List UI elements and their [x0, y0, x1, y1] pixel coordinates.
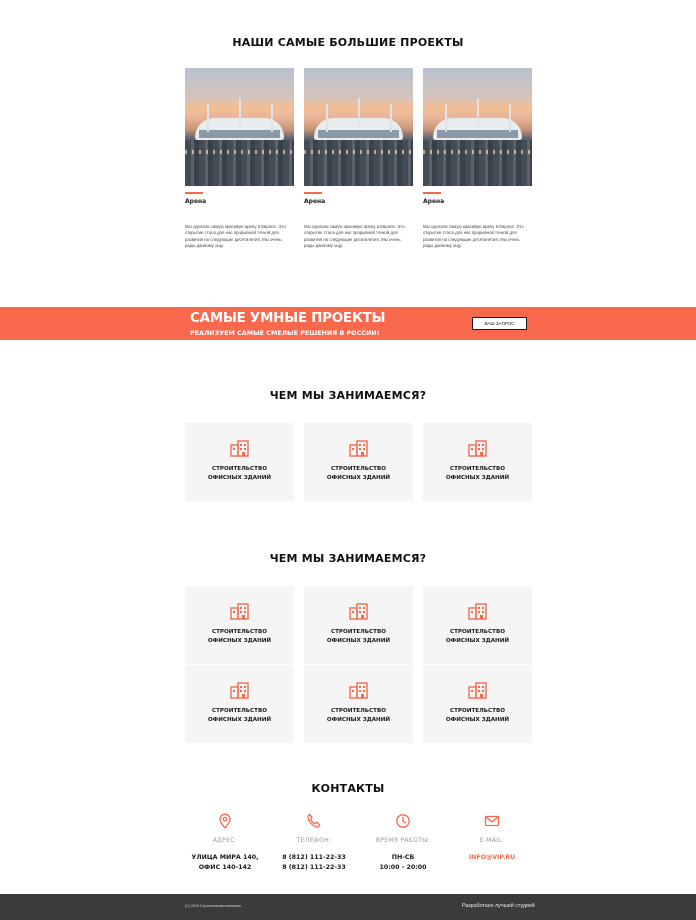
service-card[interactable]: СТРОИТЕЛЬСТВО ОФИСНЫХ ЗДАНИЙ: [423, 665, 532, 743]
services-title: ЧЕМ МЫ ЗАНИМАЕМСЯ?: [269, 389, 427, 402]
project-description: Мы сделали самую красивую арену в Европе…: [185, 224, 286, 249]
email-link[interactable]: INFO@VIP.RU: [442, 853, 542, 863]
service-card[interactable]: СТРОИТЕЛЬСТВО ОФИСНЫХ ЗДАНИЙ: [304, 423, 413, 501]
footer-copyright: (С) 2019 Строительная компания: [185, 904, 241, 908]
banner-subtitle: РЕАЛИЗУЕМ САМЫЕ СМЕЛЫЕ РЕШЕНИЯ В РОССИИ!: [190, 329, 380, 337]
project-name: Арена: [185, 198, 207, 205]
project-photo: [423, 68, 532, 186]
project-photo: [185, 68, 294, 186]
office-building-icon: [349, 603, 368, 620]
service-card[interactable]: СТРОИТЕЛЬСТВО ОФИСНЫХ ЗДАНИЙ: [304, 586, 413, 664]
service-card[interactable]: СТРОИТЕЛЬСТВО ОФИСНЫХ ЗДАНИЙ: [185, 665, 294, 743]
office-building-icon: [230, 440, 249, 457]
contact-email: E-MAIL: INFO@VIP.RU: [442, 813, 542, 863]
map-pin-icon: [219, 813, 231, 829]
projects-title: НАШИ САМЫЕ БОЛЬШИЕ ПРОЕКТЫ: [232, 36, 464, 49]
service-label: СТРОИТЕЛЬСТВО ОФИСНЫХ ЗДАНИЙ: [445, 629, 510, 644]
service-label: СТРОИТЕЛЬСТВО ОФИСНЫХ ЗДАНИЙ: [207, 708, 272, 723]
contact-value: УЛИЦА МИРА 140, ОФИС 140-142: [191, 854, 259, 871]
project-name: Арена: [423, 198, 445, 205]
office-building-icon: [468, 682, 487, 699]
contact-label: ТЕЛЕФОН:: [296, 837, 332, 844]
service-label: СТРОИТЕЛЬСТВО ОФИСНЫХ ЗДАНИЙ: [326, 629, 391, 644]
office-building-icon: [230, 603, 249, 620]
project-description: Мы сделали самую красивую арену в Европе…: [423, 224, 524, 249]
contact-address: АДРЕС: УЛИЦА МИРА 140, ОФИС 140-142: [175, 813, 275, 873]
office-building-icon: [468, 603, 487, 620]
contact-label: E-MAIL:: [479, 837, 505, 844]
service-card[interactable]: СТРОИТЕЛЬСТВО ОФИСНЫХ ЗДАНИЙ: [185, 423, 294, 501]
project-description: Мы сделали самую красивую арену в Европе…: [304, 224, 405, 249]
phone-icon: [307, 813, 321, 828]
mail-icon: [484, 815, 500, 827]
banner-title: САМЫЕ УМНЫЕ ПРОЕКТЫ: [190, 310, 386, 326]
service-label: СТРОИТЕЛЬСТВО ОФИСНЫХ ЗДАНИЙ: [207, 466, 272, 481]
accent-line: [304, 192, 322, 194]
request-button[interactable]: ВАШ ЗАПРОС: [472, 317, 527, 330]
project-photo: [304, 68, 413, 186]
project-card[interactable]: Арена Мы сделали самую красивую арену в …: [423, 68, 532, 250]
service-card[interactable]: СТРОИТЕЛЬСТВО ОФИСНЫХ ЗДАНИЙ: [423, 586, 532, 664]
contact-value: ПН-СБ 10:00 - 20:00: [379, 854, 427, 871]
service-card[interactable]: СТРОИТЕЛЬСТВО ОФИСНЫХ ЗДАНИЙ: [304, 665, 413, 743]
footer: (С) 2019 Строительная компания Разработа…: [0, 894, 696, 920]
service-label: СТРОИТЕЛЬСТВО ОФИСНЫХ ЗДАНИЙ: [326, 708, 391, 723]
service-label: СТРОИТЕЛЬСТВО ОФИСНЫХ ЗДАНИЙ: [445, 466, 510, 481]
service-card[interactable]: СТРОИТЕЛЬСТВО ОФИСНЫХ ЗДАНИЙ: [423, 423, 532, 501]
office-building-icon: [230, 682, 249, 699]
contacts-title: КОНТАКТЫ: [311, 782, 385, 795]
contact-label: АДРЕС:: [212, 837, 238, 844]
footer-developer-link[interactable]: Разработано лучшей студией: [462, 903, 535, 909]
accent-line: [423, 192, 441, 194]
accent-line: [185, 192, 203, 194]
project-card[interactable]: Арена Мы сделали самую красивую арену в …: [304, 68, 413, 250]
office-building-icon: [349, 440, 368, 457]
contact-value[interactable]: 8 (812) 111-22-33 8 (812) 111-22-33: [264, 853, 364, 873]
service-label: СТРОИТЕЛЬСТВО ОФИСНЫХ ЗДАНИЙ: [207, 629, 272, 644]
office-building-icon: [349, 682, 368, 699]
service-label: СТРОИТЕЛЬСТВО ОФИСНЫХ ЗДАНИЙ: [326, 466, 391, 481]
contact-phone: ТЕЛЕФОН: 8 (812) 111-22-33 8 (812) 111-22…: [264, 813, 364, 873]
office-building-icon: [468, 440, 487, 457]
services-title: ЧЕМ МЫ ЗАНИМАЕМСЯ?: [269, 552, 427, 565]
project-name: Арена: [304, 198, 326, 205]
clock-icon: [396, 814, 410, 828]
promo-banner: САМЫЕ УМНЫЕ ПРОЕКТЫ РЕАЛИЗУЕМ САМЫЕ СМЕЛ…: [0, 307, 696, 340]
contact-label: ВРЕМЯ РАБОТЫ:: [375, 837, 431, 844]
project-card[interactable]: Арена Мы сделали самую красивую арену в …: [185, 68, 294, 250]
service-label: СТРОИТЕЛЬСТВО ОФИСНЫХ ЗДАНИЙ: [445, 708, 510, 723]
contact-hours: ВРЕМЯ РАБОТЫ: ПН-СБ 10:00 - 20:00: [353, 813, 453, 873]
service-card[interactable]: СТРОИТЕЛЬСТВО ОФИСНЫХ ЗДАНИЙ: [185, 586, 294, 664]
